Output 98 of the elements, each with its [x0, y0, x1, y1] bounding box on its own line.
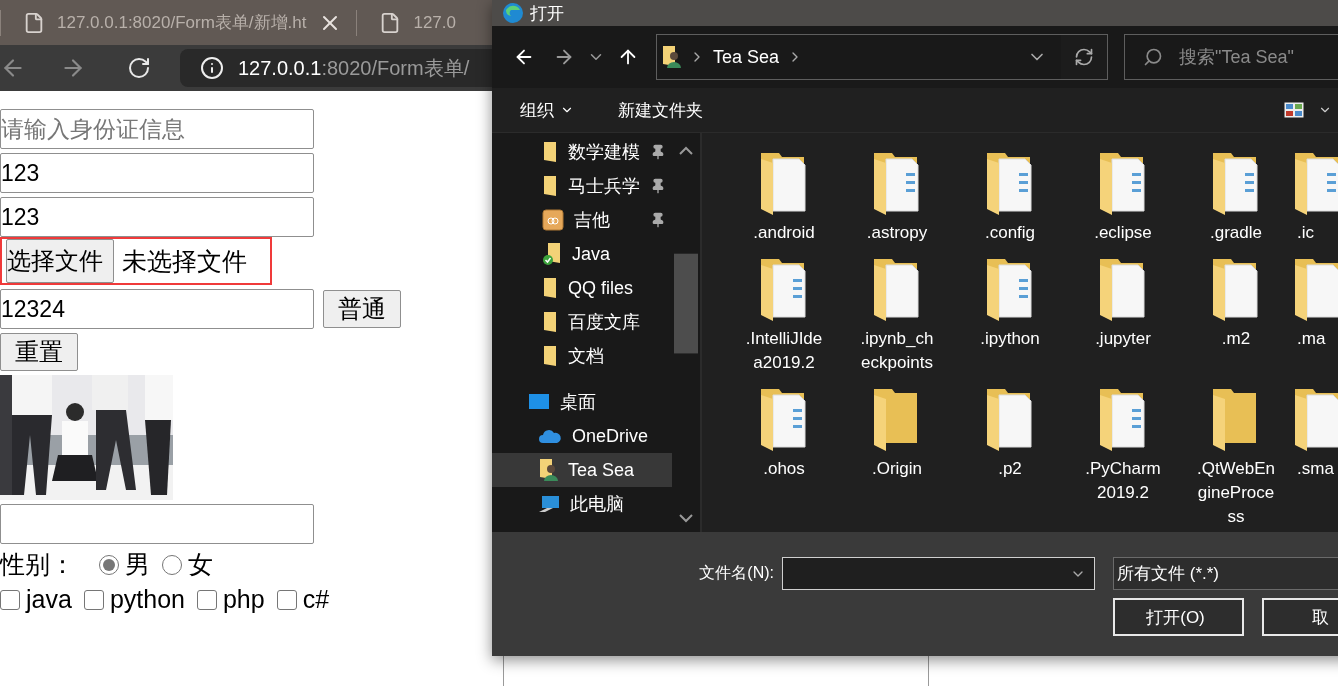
browser-logo-icon [502, 2, 524, 24]
folder-with-document-icon [872, 151, 922, 215]
nav-item[interactable]: QQ files [492, 271, 672, 305]
user-folder-icon [538, 458, 558, 482]
folder-with-check-icon [542, 242, 562, 266]
breadcrumb-item[interactable]: Tea Sea [713, 46, 780, 68]
dialog-title: 打开 [530, 2, 564, 25]
file-type-select[interactable]: 所有文件 (*.*) [1113, 557, 1338, 590]
refresh-icon[interactable] [1074, 47, 1094, 67]
nav-item[interactable]: 此电脑 [492, 487, 672, 521]
filename-label: 文件名(N): [698, 563, 775, 583]
nav-item[interactable]: Java [492, 237, 672, 271]
filename-field[interactable] [782, 557, 1095, 590]
breadcrumb-bar[interactable]: Tea Sea [656, 34, 1108, 80]
folder-with-document-icon [1098, 151, 1148, 215]
document-icon [23, 11, 45, 34]
folder-item[interactable]: .android [728, 151, 840, 245]
folder-with-document-icon [1293, 151, 1338, 215]
file-status: 未选择文件 [122, 245, 247, 277]
folder-item[interactable]: .astropy [841, 151, 953, 245]
checkbox-label: php [222, 585, 265, 614]
pin-icon [650, 212, 666, 228]
nav-item[interactable]: Tea Sea [492, 453, 672, 487]
checkbox-label: c# [302, 585, 330, 614]
folder-item[interactable]: .gradle [1180, 151, 1292, 245]
checkbox[interactable] [83, 589, 104, 610]
submit-button[interactable]: 普通 [323, 290, 401, 328]
nav-item[interactable]: 文档 [492, 339, 672, 373]
gender-label: 性别： [0, 549, 75, 580]
folder-item[interactable]: .QtWebEngineProcess [1180, 387, 1292, 529]
folder-item[interactable]: .sma [1293, 387, 1338, 529]
nav-item[interactable]: 吉他 [492, 203, 672, 237]
checkbox[interactable] [0, 589, 20, 610]
folder-with-document-icon [759, 257, 809, 321]
computer-icon [538, 494, 560, 514]
checkbox-label: java [26, 585, 72, 614]
folder-with-document-icon [1098, 257, 1148, 321]
folder-item[interactable]: .PyCharm 2019.2 [1067, 387, 1179, 529]
text-input[interactable]: 12324 [0, 289, 314, 329]
nav-item[interactable]: 马士兵学 [492, 169, 672, 203]
folder-item[interactable]: .ipynb_checkpoints [841, 257, 953, 375]
folder-with-document-icon [985, 387, 1035, 451]
folder-with-document-icon [1211, 257, 1261, 321]
folder-with-document-icon [872, 257, 922, 321]
folder-item[interactable]: .Origin [841, 387, 953, 529]
view-mode-icon[interactable] [1284, 102, 1304, 118]
checkbox-label: python [109, 585, 185, 614]
search-icon [1143, 47, 1163, 67]
nav-item[interactable]: 数学建模 [492, 135, 672, 169]
folder-with-document-icon [1211, 151, 1261, 215]
user-folder-icon [661, 45, 681, 69]
choose-file-button[interactable]: 选择文件 [6, 239, 114, 283]
folder-with-document-icon [759, 151, 809, 215]
toolbar-button[interactable]: 组织 [520, 98, 574, 122]
nav-item[interactable]: 百度文库 [492, 305, 672, 339]
folder-item[interactable]: .IntelliJIdea2019.2 [728, 257, 840, 375]
desktop-icon [528, 393, 550, 411]
folder-item[interactable]: .config [954, 151, 1066, 245]
folder-with-document-icon [759, 387, 809, 451]
text-input[interactable]: 123 [0, 153, 314, 193]
text-input[interactable]: 请输入身份证信息 [0, 109, 314, 149]
folder-icon [542, 277, 558, 299]
reset-button[interactable]: 重置 [0, 333, 78, 371]
folder-with-document-icon [1098, 387, 1148, 451]
text-input[interactable] [0, 504, 314, 544]
info-icon [200, 56, 224, 80]
checkbox[interactable] [196, 589, 217, 610]
rings-folder-icon [542, 209, 564, 231]
folder-item[interactable]: .ipython [954, 257, 1066, 375]
radio-label: 男 [125, 549, 150, 580]
folder-with-document-icon [985, 151, 1035, 215]
folder-with-document-icon [1293, 387, 1338, 451]
folder-item[interactable]: .ma [1293, 257, 1338, 375]
cancel-button[interactable]: 取 [1262, 598, 1338, 636]
folder-item[interactable]: .p2 [954, 387, 1066, 529]
search-field[interactable]: 搜索"Tea Sea" [1124, 34, 1338, 80]
folder-item[interactable]: .ohos [728, 387, 840, 529]
open-button[interactable]: 打开(O) [1113, 598, 1244, 636]
nav-item[interactable]: OneDrive [492, 419, 672, 453]
folder-item[interactable]: .ic [1293, 151, 1338, 245]
folder-item[interactable]: .jupyter [1067, 257, 1179, 375]
folder-with-document-icon [985, 257, 1035, 321]
toolbar-button[interactable]: 新建文件夹 [618, 98, 703, 122]
pin-icon [650, 144, 666, 160]
folder-with-document-icon [1293, 257, 1338, 321]
reload-icon[interactable] [127, 56, 151, 80]
folder-item[interactable]: .m2 [1180, 257, 1292, 375]
pin-icon [650, 178, 666, 194]
nav-item[interactable]: 桌面 [492, 385, 672, 419]
folder-icon [542, 175, 558, 197]
folder-item[interactable]: .eclipse [1067, 151, 1179, 245]
cloud-icon [538, 428, 562, 444]
folder-icon [542, 345, 558, 367]
text-input[interactable]: 123 [0, 197, 314, 237]
radio-label: 女 [188, 549, 213, 580]
checkbox[interactable] [276, 589, 297, 610]
folder-icon [542, 141, 558, 163]
folder-icon [542, 311, 558, 333]
